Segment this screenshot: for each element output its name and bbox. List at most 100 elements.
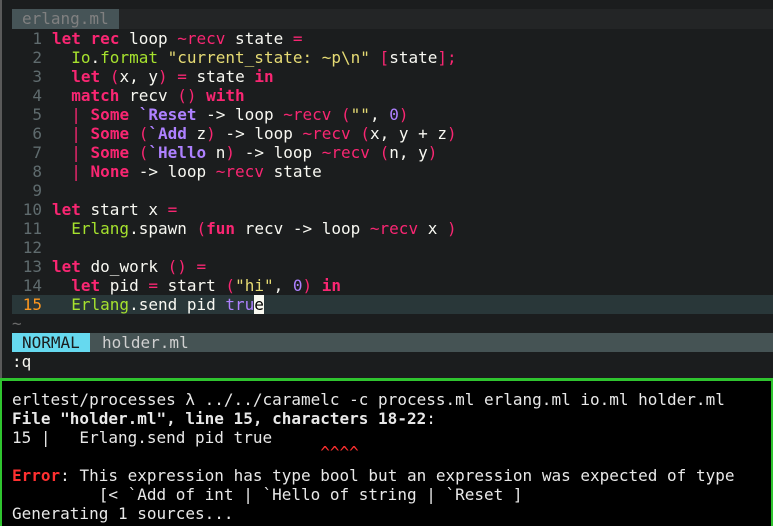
code-token: | bbox=[71, 105, 81, 124]
code-token: ( bbox=[138, 143, 149, 162]
code-line[interactable]: 12 bbox=[12, 238, 773, 257]
code-token: ~recv bbox=[369, 219, 419, 238]
mode-indicator: NORMAL bbox=[12, 333, 90, 352]
generating-status-line: Generating 1 sources... bbox=[12, 504, 234, 523]
code-token: Io bbox=[71, 48, 91, 67]
line-number: 13 bbox=[22, 257, 42, 276]
code-line[interactable]: 15 Erlang.send pid true bbox=[12, 295, 773, 314]
code-token: ~recv bbox=[321, 143, 370, 162]
code-token: ) bbox=[302, 276, 313, 295]
code-token: Erlang bbox=[71, 219, 130, 238]
shell-command-line: erltest/processes λ ../../caramelc -c pr… bbox=[12, 390, 725, 409]
code-token: "" bbox=[350, 105, 370, 124]
text-cursor: e bbox=[254, 295, 264, 314]
line-number: 11 bbox=[22, 219, 42, 238]
code-line[interactable]: 10 let start x = bbox=[12, 200, 773, 219]
code-token: match bbox=[71, 86, 120, 105]
code-line[interactable]: 8 | None -> loop ~recv state bbox=[12, 162, 773, 181]
error-carets: ^^^^ bbox=[12, 443, 359, 462]
code-token: = bbox=[148, 276, 158, 295]
error-location-line: File "holder.ml", line 15, characters 18… bbox=[12, 409, 436, 428]
tab-erlang-ml[interactable]: erlang.ml bbox=[12, 9, 119, 29]
code-token: ( bbox=[196, 219, 207, 238]
tabline: erlang.ml bbox=[12, 9, 773, 29]
line-number: 3 bbox=[32, 67, 42, 86]
code-token: in bbox=[321, 276, 342, 295]
code-token: ~recv bbox=[177, 29, 226, 48]
code-token: 0 bbox=[292, 276, 303, 295]
code-token: | bbox=[71, 143, 81, 162]
code-line[interactable]: 13 let do_work () = bbox=[12, 257, 773, 276]
code-token: () bbox=[167, 257, 187, 276]
code-line[interactable]: 3 let (x, y) = state in bbox=[12, 67, 773, 86]
code-token: , bbox=[369, 105, 390, 124]
code-line[interactable]: 5 | Some `Reset -> loop ~recv ("", 0) bbox=[12, 105, 773, 124]
code-token: let bbox=[52, 200, 81, 219]
code-token: ) bbox=[157, 67, 168, 86]
code-token: rec bbox=[90, 29, 120, 48]
vim-editor-pane[interactable]: ~ erlang.ml 1let rec loop ~recv state =2… bbox=[0, 0, 773, 378]
code-token: start bbox=[157, 276, 226, 295]
code-token: ]; bbox=[437, 48, 457, 67]
code-text: | None -> loop ~recv state bbox=[52, 162, 321, 181]
code-token: , bbox=[273, 276, 293, 295]
code-line[interactable]: 4 match recv () with bbox=[12, 86, 773, 105]
code-token: ( bbox=[225, 276, 236, 295]
code-token: recv -> loop bbox=[235, 219, 370, 238]
code-token: ~recv bbox=[302, 124, 351, 143]
expected-type-line: [< `Add of int | `Hello of string | `Res… bbox=[12, 485, 523, 504]
code-line[interactable]: 9 bbox=[12, 181, 773, 200]
code-token: ( bbox=[379, 143, 390, 162]
code-text: | Some `Reset -> loop ~recv ("", 0) bbox=[52, 105, 408, 124]
code-token: start x bbox=[80, 200, 168, 219]
code-line[interactable]: 1 let rec loop ~recv state = bbox=[12, 29, 773, 48]
code-token: -> loop bbox=[215, 124, 303, 143]
code-line[interactable]: 7 | Some (`Hello n) -> loop ~recv (n, y) bbox=[12, 143, 773, 162]
code-token: do_work bbox=[80, 257, 168, 276]
error-label: Error bbox=[12, 466, 61, 485]
code-token: Some bbox=[90, 143, 130, 162]
code-text: | Some (`Add z) -> loop ~recv (x, y + z) bbox=[52, 124, 456, 143]
code-token: let bbox=[52, 257, 81, 276]
line-number: 12 bbox=[22, 238, 42, 257]
statusline: NORMAL holder.ml bbox=[12, 333, 773, 352]
code-token: ~recv bbox=[283, 105, 332, 124]
empty-line-marker: ~ bbox=[12, 314, 22, 333]
code-token: ( bbox=[138, 124, 149, 143]
code-line[interactable]: 11 Erlang.spawn (fun recv -> loop ~recv … bbox=[12, 219, 773, 238]
terminal-pane[interactable]: erltest/processes λ ../../caramelc -c pr… bbox=[0, 381, 773, 526]
code-line[interactable]: 2 Io.format "current_state: ~p\n" [state… bbox=[12, 48, 773, 67]
command-line[interactable]: :q bbox=[12, 352, 31, 371]
code-buffer[interactable]: 1 let rec loop ~recv state = 2 Io.format "… bbox=[12, 29, 773, 314]
code-token: `Add bbox=[148, 124, 187, 143]
line-number: 14 bbox=[22, 276, 42, 295]
code-token: 0 bbox=[389, 105, 399, 124]
code-token: let bbox=[71, 276, 101, 295]
code-token: recv bbox=[119, 86, 178, 105]
code-token: fun bbox=[206, 219, 236, 238]
code-text: Erlang.spawn (fun recv -> loop ~recv x ) bbox=[52, 219, 456, 238]
pane-border bbox=[0, 381, 2, 526]
code-line[interactable]: 14 let pid = start ("hi", 0) in bbox=[12, 276, 773, 295]
code-line[interactable]: 6 | Some (`Add z) -> loop ~recv (x, y + … bbox=[12, 124, 773, 143]
code-token: = bbox=[167, 200, 178, 219]
code-token: ( bbox=[109, 67, 120, 86]
